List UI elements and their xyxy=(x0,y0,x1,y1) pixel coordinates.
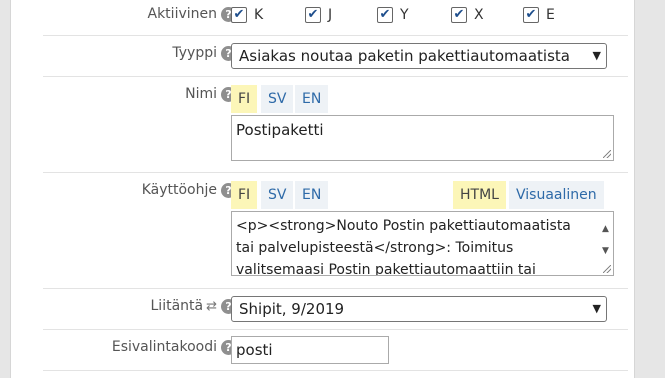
instructions-line: tai palvelupisteestä</strong>: Toimitus xyxy=(236,240,514,256)
name-tab-sv[interactable]: SV xyxy=(261,85,294,113)
integration-label-wrap: Liitäntä ⇄? xyxy=(150,298,236,314)
active-checkbox-x[interactable]: ✔ X xyxy=(451,7,484,23)
row-preset-code: Esivalintakoodi? posti xyxy=(43,330,628,371)
name-label: Nimi xyxy=(185,86,217,102)
row-instructions: Käyttöohje? FI SV EN HTML Visuaalinen <p… xyxy=(43,173,628,289)
checkbox-icon[interactable]: ✔ xyxy=(451,7,467,23)
checkbox-label: E xyxy=(546,7,555,23)
name-tab-fi[interactable]: FI xyxy=(231,85,258,113)
instructions-label-wrap: Käyttöohje? xyxy=(142,182,236,198)
row-active: Aktiivinen? ✔ K ✔ J ✔ Y ✔ X ✔ E xyxy=(43,0,628,36)
instructions-tab-sv[interactable]: SV xyxy=(261,181,294,209)
checkbox-label: X xyxy=(474,7,484,23)
chevron-down-icon: ▼ xyxy=(592,49,601,62)
sync-icon: ⇄ xyxy=(206,299,217,314)
instructions-line: valitsemaasi Postin pakettiautomaattiin … xyxy=(236,262,536,276)
checkbox-icon[interactable]: ✔ xyxy=(305,7,321,23)
active-checkbox-y[interactable]: ✔ Y xyxy=(377,7,409,23)
preset-code-value: posti xyxy=(236,341,273,359)
checkbox-label: K xyxy=(254,7,264,23)
row-integration: Liitäntä ⇄? Shipit, 9/2019 ▼ xyxy=(43,289,628,330)
active-label: Aktiivinen xyxy=(147,6,218,22)
resize-handle-icon[interactable] xyxy=(603,150,611,158)
instructions-textarea[interactable]: <p><strong>Nouto Postin pakettiautomaati… xyxy=(231,211,614,276)
active-label-wrap: Aktiivinen? xyxy=(147,6,236,22)
name-value: Postipaketti xyxy=(236,121,324,139)
checkbox-icon[interactable]: ✔ xyxy=(377,7,393,23)
row-name: Nimi? FI SV EN Postipaketti xyxy=(43,77,628,173)
settings-panel: Aktiivinen? ✔ K ✔ J ✔ Y ✔ X ✔ E Tyyppi? … xyxy=(10,0,635,378)
active-checkbox-j[interactable]: ✔ J xyxy=(305,7,332,23)
checkbox-label: J xyxy=(328,7,333,23)
instructions-tab-fi[interactable]: FI xyxy=(231,181,258,209)
mode-tab-html[interactable]: HTML xyxy=(453,181,506,209)
checkbox-icon[interactable]: ✔ xyxy=(523,7,539,23)
mode-tab-visual[interactable]: Visuaalinen xyxy=(509,181,604,209)
preset-code-input[interactable]: posti xyxy=(231,336,389,364)
integration-label: Liitäntä xyxy=(150,298,204,314)
instructions-tab-en[interactable]: EN xyxy=(295,181,329,209)
instructions-label: Käyttöohje xyxy=(141,182,217,198)
checkbox-icon[interactable]: ✔ xyxy=(231,7,247,23)
integration-select[interactable]: Shipit, 9/2019 ▼ xyxy=(231,296,607,322)
preset-code-label-wrap: Esivalintakoodi? xyxy=(112,339,236,355)
active-checkbox-k[interactable]: ✔ K xyxy=(231,7,263,23)
type-select-value: Asiakas noutaa paketin pakettiautomaatis… xyxy=(239,47,570,65)
scroll-down-icon[interactable]: ▼ xyxy=(602,240,609,262)
active-checkbox-e[interactable]: ✔ E xyxy=(523,7,555,23)
checkbox-label: Y xyxy=(400,7,409,23)
name-tab-en[interactable]: EN xyxy=(295,85,329,113)
type-label: Tyyppi xyxy=(172,45,217,61)
type-label-wrap: Tyyppi? xyxy=(172,45,236,61)
scroll-up-icon[interactable]: ▲ xyxy=(602,218,609,240)
chevron-down-icon: ▼ xyxy=(592,302,601,315)
type-select[interactable]: Asiakas noutaa paketin pakettiautomaatis… xyxy=(231,43,607,69)
name-textarea[interactable]: Postipaketti xyxy=(231,115,614,161)
preset-code-label: Esivalintakoodi xyxy=(111,339,217,355)
resize-handle-icon[interactable] xyxy=(603,265,611,273)
integration-select-value: Shipit, 9/2019 xyxy=(239,300,345,318)
name-label-wrap: Nimi? xyxy=(185,86,236,102)
instructions-line: <p><strong>Nouto Postin pakettiautomaati… xyxy=(236,218,571,234)
row-type: Tyyppi? Asiakas noutaa paketin pakettiau… xyxy=(43,36,628,77)
